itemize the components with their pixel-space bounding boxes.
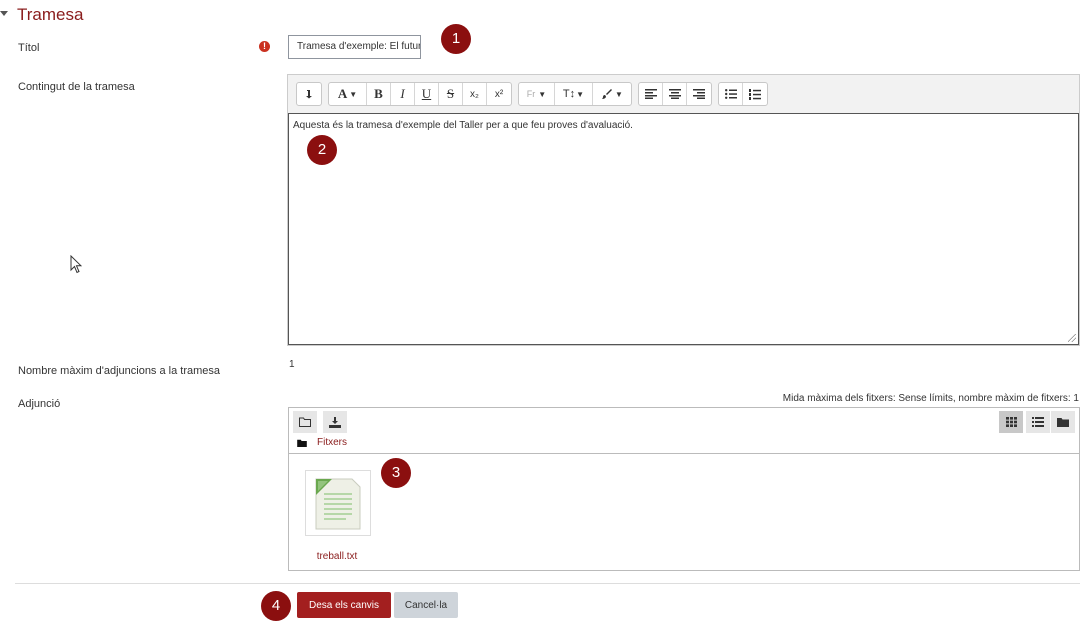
view-list-button[interactable] (1026, 411, 1050, 433)
superscript-button[interactable]: x² (487, 83, 511, 105)
bullet-list-icon (724, 89, 737, 99)
align-left-icon (644, 89, 657, 99)
max-attachments-value: 1 (289, 359, 295, 370)
underline-button[interactable]: U (415, 83, 439, 105)
attachment-label: Adjunció (18, 398, 61, 410)
callout-badge-4: 4 (261, 591, 291, 621)
strikethrough-button[interactable]: S (439, 83, 463, 105)
unordered-list-button[interactable] (719, 83, 743, 105)
view-icons-button[interactable] (999, 411, 1023, 433)
dropdown-arrow-icon: ▼ (576, 89, 585, 99)
dropdown-arrow-icon: ▼ (349, 89, 358, 99)
download-button[interactable] (323, 411, 347, 433)
file-manager-toolbar: Fitxers (289, 408, 1079, 454)
view-tree-button[interactable] (1051, 411, 1075, 433)
resize-grip-icon[interactable] (1068, 334, 1076, 342)
title-input[interactable]: Tramesa d'exemple: El futur (288, 35, 421, 59)
font-family-label: Fr (526, 89, 536, 99)
file-name[interactable]: treball.txt (289, 551, 385, 562)
editor-content-area[interactable]: Aquesta és la tramesa d'exemple del Tall… (288, 113, 1079, 345)
align-center-icon (668, 89, 681, 99)
collapse-caret-icon[interactable] (0, 11, 8, 16)
align-center-button[interactable] (663, 83, 687, 105)
align-right-icon (693, 89, 705, 99)
save-changes-button[interactable]: Desa els canvis (297, 592, 391, 618)
title-label: Títol (18, 42, 40, 54)
create-folder-button[interactable] (293, 411, 317, 433)
download-icon (329, 416, 341, 428)
breadcrumb: Fitxers (297, 437, 347, 448)
folder-outline-icon (299, 417, 311, 427)
callout-badge-2: 2 (307, 135, 337, 165)
font-size-label: T↕ (562, 88, 576, 100)
content-label: Contingut de la tramesa (18, 81, 135, 93)
dropdown-arrow-icon: ▼ (615, 89, 623, 99)
attachment-limits-text: Mida màxima dels fitxers: Sense límits, … (782, 393, 1079, 404)
divider (15, 583, 1080, 584)
align-left-button[interactable] (639, 83, 663, 105)
cancel-button[interactable]: Cancel·la (394, 592, 458, 618)
editor-content-text: Aquesta és la tramesa d'exemple del Tall… (293, 120, 633, 131)
editor-toolbar: A ▼ B I U S x₂ x² Fr ▼ T↕ ▼ ▼ (296, 82, 768, 106)
italic-button[interactable]: I (391, 83, 415, 105)
breadcrumb-link-files[interactable]: Fitxers (317, 437, 347, 448)
text-file-icon (315, 478, 361, 530)
paintbrush-icon (602, 89, 613, 99)
callout-badge-3: 3 (381, 458, 411, 488)
font-style-button[interactable]: A ▼ (329, 83, 367, 105)
font-color-button[interactable]: ▼ (593, 83, 631, 105)
font-style-label: A (337, 86, 348, 101)
list-view-icon (1032, 417, 1044, 427)
mouse-cursor-icon (70, 254, 83, 277)
align-right-button[interactable] (687, 83, 711, 105)
max-attachments-label: Nombre màxim d'adjuncions a la tramesa (18, 365, 221, 377)
required-icon: ! (259, 41, 270, 52)
toolbar-toggle-icon[interactable] (297, 83, 321, 105)
font-family-button[interactable]: Fr ▼ (519, 83, 555, 105)
ordered-list-button[interactable] (743, 83, 767, 105)
file-manager: Fitxers treball.txt (288, 407, 1080, 571)
font-size-button[interactable]: T↕ ▼ (555, 83, 593, 105)
bold-button[interactable]: B (367, 83, 391, 105)
folder-icon (297, 439, 307, 447)
folder-icon (1057, 418, 1069, 427)
numbered-list-icon (749, 88, 761, 100)
callout-badge-1: 1 (441, 24, 471, 54)
grid-view-icon (1005, 417, 1017, 427)
section-title[interactable]: Tramesa (17, 5, 83, 25)
rich-text-editor: A ▼ B I U S x₂ x² Fr ▼ T↕ ▼ ▼ Aquesta és… (287, 74, 1080, 346)
dropdown-arrow-icon: ▼ (538, 89, 547, 99)
file-thumbnail[interactable] (305, 470, 371, 536)
subscript-button[interactable]: x₂ (463, 83, 487, 105)
